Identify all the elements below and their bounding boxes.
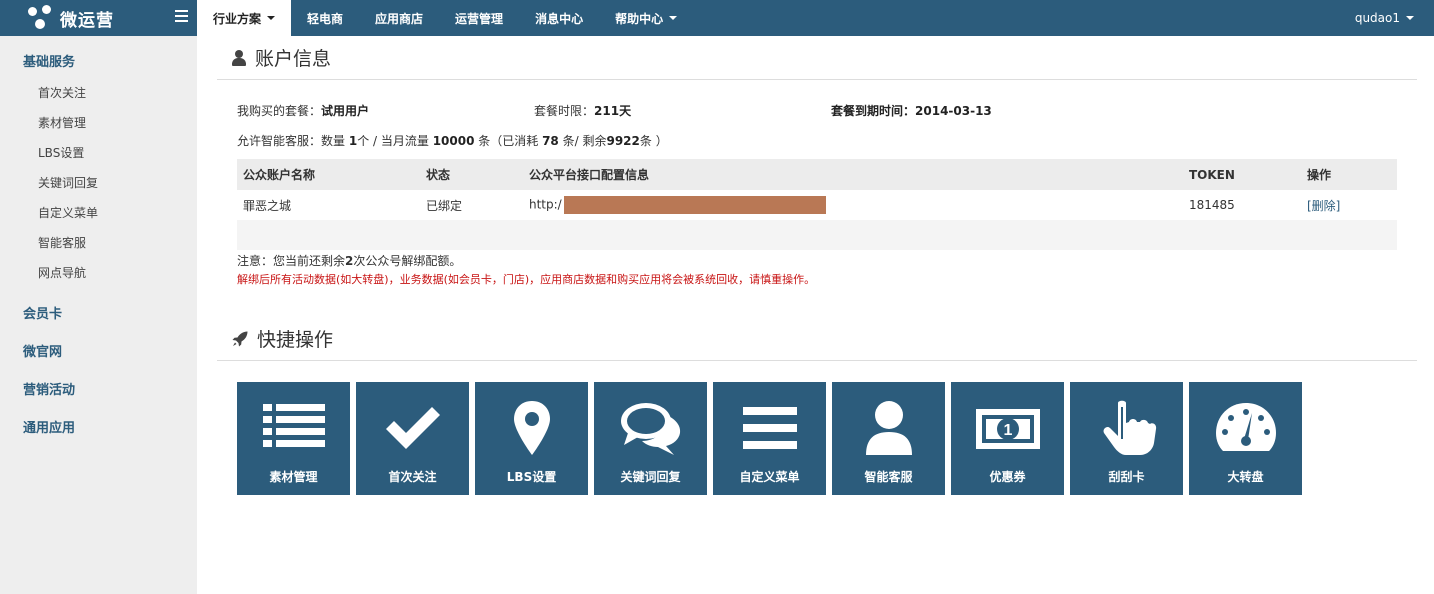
quick-actions-header: 快捷操作: [217, 317, 1417, 361]
sidebar-item-lbs[interactable]: LBS设置: [0, 143, 197, 173]
account-info-header: 账户信息: [217, 36, 1417, 80]
unbind-warning: 解绑后所有活动数据(如大转盘)，业务数据(如会员卡，门店)，应用商店数据和购买应…: [237, 273, 816, 286]
chat-bubbles-icon: [621, 403, 681, 455]
tile-coupons[interactable]: 1 优惠券: [951, 382, 1064, 495]
expire-info: 套餐到期时间：2014-03-13: [831, 104, 992, 118]
main-content: 账户信息 我购买的套餐：试用用户 套餐时限：211天 套餐到期时间：2014-0…: [217, 36, 1417, 594]
caret-down-icon: [1406, 16, 1414, 20]
sidebar-item-branch-nav[interactable]: 网点导航: [0, 263, 197, 293]
account-status: 已绑定: [426, 198, 463, 213]
sidebar-group-membership-card[interactable]: 会员卡: [0, 305, 197, 325]
sidebar-item-custom-menu[interactable]: 自定义菜单: [0, 203, 197, 233]
unbind-quota-note: 注意：您当前还剩余2次公众号解绑配额。: [237, 254, 462, 268]
brand-name: 微运营: [60, 10, 114, 31]
tile-scratch-card[interactable]: 刮刮卡: [1070, 382, 1183, 495]
service-quota-info: 允许智能客服：数量 1个 / 当月流量 10000 条（已消耗 78 条/ 剩余…: [237, 134, 668, 148]
package-info: 我购买的套餐：试用用户: [237, 104, 370, 118]
column-header: TOKEN: [1183, 159, 1301, 190]
user-menu[interactable]: qudao1: [1355, 0, 1434, 36]
tile-label: 自定义菜单: [739, 470, 800, 484]
tile-label: 大转盘: [1227, 470, 1264, 484]
table-row: 罪恶之城 已绑定 http:/ 181485 [删除]: [237, 190, 1397, 220]
expire-value: 2014-03-13: [915, 104, 992, 118]
tile-lbs[interactable]: LBS设置: [475, 382, 588, 495]
accounts-table: 公众账户名称 状态 公众平台接口配置信息 TOKEN 操作 罪恶之城 已绑定 h…: [237, 159, 1397, 250]
nav-item-help[interactable]: 帮助中心: [599, 0, 693, 36]
column-header: 状态: [420, 159, 523, 190]
caret-down-icon: [267, 16, 276, 20]
tile-label: 优惠券: [989, 470, 1026, 484]
table-row-empty: [237, 220, 1397, 250]
tile-label: LBS设置: [506, 470, 557, 484]
money-icon: 1: [976, 409, 1040, 449]
quick-action-tiles: 素材管理 首次关注 LBS设置 关键词回复 自定义菜单 智能客服 1 优惠券 刮…: [237, 382, 1308, 495]
tile-materials[interactable]: 素材管理: [237, 382, 350, 495]
tile-label: 刮刮卡: [1108, 470, 1145, 484]
sidebar-group-basic-services[interactable]: 基础服务: [0, 53, 197, 73]
tile-label: 关键词回复: [620, 470, 681, 484]
redacted-region: [563, 196, 826, 214]
column-header: 操作: [1301, 159, 1397, 190]
section-title: 快捷操作: [257, 329, 334, 351]
package-value: 试用用户: [321, 104, 370, 118]
sidebar-item-materials[interactable]: 素材管理: [0, 113, 197, 143]
column-header: 公众平台接口配置信息: [523, 159, 1183, 190]
username: qudao1: [1354, 11, 1400, 25]
nav-item-app-store[interactable]: 应用商店: [359, 0, 439, 36]
nav-item-light-ecommerce[interactable]: 轻电商: [291, 0, 359, 36]
tile-first-follow[interactable]: 首次关注: [356, 382, 469, 495]
sidebar-item-keyword-reply[interactable]: 关键词回复: [0, 173, 197, 203]
tile-custom-menu[interactable]: 自定义菜单: [713, 382, 826, 495]
interface-url: http:/: [523, 190, 1183, 220]
sidebar-item-smart-service[interactable]: 智能客服: [0, 233, 197, 263]
tile-smart-service[interactable]: 智能客服: [832, 382, 945, 495]
tile-label: 素材管理: [269, 470, 318, 484]
delete-link[interactable]: [删除]: [1307, 199, 1340, 213]
sidebar-submenu: 首次关注 素材管理 LBS设置 关键词回复 自定义菜单 智能客服 网点导航: [0, 83, 197, 293]
menu-bars-icon: [743, 407, 797, 449]
user-icon: [231, 49, 247, 66]
sidebar-item-first-follow[interactable]: 首次关注: [0, 83, 197, 113]
tile-big-wheel[interactable]: 大转盘: [1189, 382, 1302, 495]
period-info: 套餐时限：211天: [534, 104, 632, 118]
rocket-icon: [232, 331, 248, 346]
sidebar-group-marketing[interactable]: 营销活动: [0, 381, 197, 401]
account-name: 罪恶之城: [243, 198, 292, 213]
quick-actions-section: 快捷操作: [217, 317, 1417, 361]
tile-keyword-reply[interactable]: 关键词回复: [594, 382, 707, 495]
section-title: 账户信息: [255, 48, 332, 70]
caret-down-icon: [669, 16, 678, 20]
menu-toggle-icon[interactable]: [175, 10, 188, 24]
hand-pointer-icon: [1103, 400, 1157, 455]
brand-logo-icon: [28, 5, 54, 31]
sidebar-group-micro-site[interactable]: 微官网: [0, 343, 197, 363]
svg-text:1: 1: [1004, 422, 1013, 439]
column-header: 公众账户名称: [237, 159, 420, 190]
brand[interactable]: 微运营: [0, 0, 197, 36]
table-header-row: 公众账户名称 状态 公众平台接口配置信息 TOKEN 操作: [237, 159, 1397, 190]
main-nav: 行业方案 轻电商 应用商店 运营管理 消息中心 帮助中心: [197, 0, 693, 36]
sidebar: 基础服务 首次关注 素材管理 LBS设置 关键词回复 自定义菜单 智能客服 网点…: [0, 36, 197, 594]
list-icon: [263, 404, 325, 447]
nav-item-industry-solutions[interactable]: 行业方案: [197, 0, 292, 36]
sidebar-group-general-apps[interactable]: 通用应用: [0, 419, 197, 439]
dashboard-icon: [1216, 403, 1276, 451]
account-token: 181485: [1189, 198, 1235, 212]
user-icon: [866, 401, 912, 455]
top-navbar: 微运营 行业方案 轻电商 应用商店 运营管理 消息中心 帮助中心 qudao1: [0, 0, 1434, 36]
tile-label: 智能客服: [864, 470, 913, 484]
period-value: 211天: [594, 104, 632, 118]
tile-label: 首次关注: [388, 470, 437, 484]
check-icon: [386, 407, 440, 449]
map-marker-icon: [514, 401, 550, 455]
nav-item-messages[interactable]: 消息中心: [519, 0, 599, 36]
nav-item-operations[interactable]: 运营管理: [439, 0, 519, 36]
